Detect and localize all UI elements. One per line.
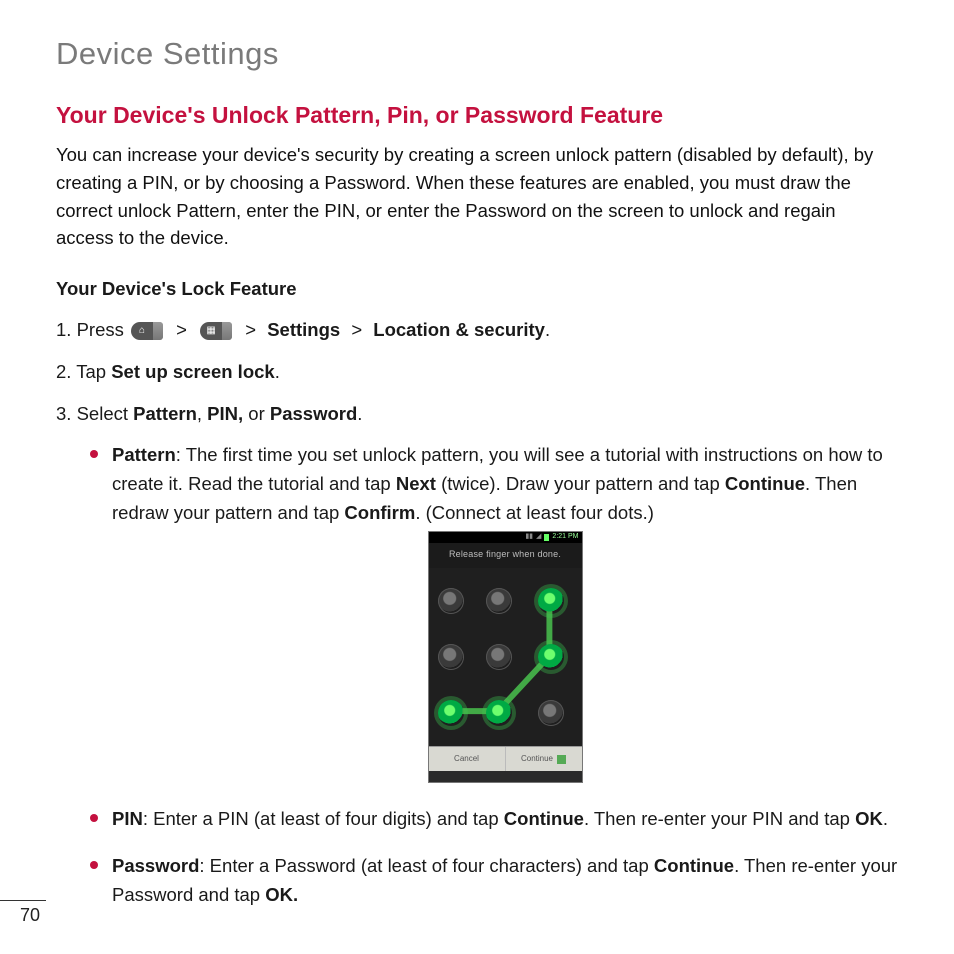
option-pin-text-b: . Then re-enter your PIN and tap	[584, 808, 855, 829]
step-3-end: .	[357, 403, 362, 424]
page-number-rule	[0, 900, 46, 901]
step-2-text-a: Tap	[76, 361, 111, 382]
continue-label: Continue	[725, 473, 805, 494]
option-pin-text-a: : Enter a PIN (at least of four digits) …	[143, 808, 504, 829]
network-icon: ◢	[536, 532, 541, 543]
step-2-text-c: .	[275, 361, 280, 382]
pattern-grid	[429, 568, 582, 746]
ok-label: OK	[855, 808, 883, 829]
step-1-text-a: Press	[77, 319, 124, 340]
confirm-label: Confirm	[344, 502, 415, 523]
password-label: Password	[270, 403, 357, 424]
settings-label: Settings	[267, 319, 340, 340]
phone-instruction-text: Release finger when done.	[429, 543, 582, 568]
step-2: Tap Set up screen lock.	[56, 358, 898, 386]
ok-label: OK.	[265, 884, 298, 905]
set-up-screen-lock-label: Set up screen lock	[111, 361, 274, 382]
step-1-end: .	[545, 319, 550, 340]
intro-paragraph: You can increase your device's security …	[56, 141, 898, 252]
breadcrumb-separator: >	[176, 319, 187, 340]
step-1: Press ⌂ > ▦ > Settings > Location & secu…	[56, 316, 898, 344]
phone-continue-label: Continue	[521, 753, 553, 765]
option-pin-text-c: .	[883, 808, 888, 829]
pattern-dot	[438, 644, 464, 670]
option-password-text-a: : Enter a Password (at least of four cha…	[199, 855, 654, 876]
phone-statusbar: ▮▮ ◢ 2:21 PM	[429, 532, 582, 543]
pattern-dot	[486, 588, 512, 614]
pattern-dot-active	[438, 700, 464, 726]
pattern-dot-active	[486, 700, 512, 726]
option-pattern: Pattern: The first time you set unlock p…	[90, 441, 898, 783]
manual-page: Device Settings Your Device's Unlock Pat…	[0, 0, 954, 954]
option-pattern-label: Pattern	[112, 444, 176, 465]
steps-list: Press ⌂ > ▦ > Settings > Location & secu…	[56, 316, 898, 427]
step-3-text-a: Select	[77, 403, 134, 424]
breadcrumb-separator: >	[245, 319, 256, 340]
option-pattern-text-b: (twice). Draw your pattern and tap	[436, 473, 725, 494]
options-list: Pattern: The first time you set unlock p…	[90, 441, 898, 909]
phone-frame: ▮▮ ◢ 2:21 PM Release finger when done.	[428, 531, 583, 783]
phone-button-bar: Cancel Continue	[429, 746, 582, 771]
pattern-label: Pattern	[133, 403, 197, 424]
next-label: Next	[396, 473, 436, 494]
page-number: 70	[20, 905, 40, 926]
home-key-icon: ⌂	[131, 322, 163, 340]
option-password-label: Password	[112, 855, 199, 876]
subheading: Your Device's Lock Feature	[56, 278, 906, 300]
step-3-or: or	[243, 403, 270, 424]
pattern-dot	[438, 588, 464, 614]
option-password: Password: Enter a Password (at least of …	[90, 852, 898, 909]
pattern-dot-active	[538, 588, 564, 614]
section-title: Your Device's Unlock Pattern, Pin, or Pa…	[56, 102, 906, 129]
option-pin-label: PIN	[112, 808, 143, 829]
phone-continue-button: Continue	[506, 747, 582, 771]
battery-icon	[544, 534, 549, 541]
phone-screenshot: ▮▮ ◢ 2:21 PM Release finger when done.	[112, 531, 898, 783]
pattern-dot	[538, 700, 564, 726]
signal-icon: ▮▮	[525, 532, 533, 543]
phone-cancel-label: Cancel	[454, 753, 479, 765]
option-pin: PIN: Enter a PIN (at least of four digit…	[90, 805, 898, 834]
step-3: Select Pattern, PIN, or Password.	[56, 400, 898, 428]
option-pattern-text-d: . (Connect at least four dots.)	[415, 502, 654, 523]
breadcrumb-separator: >	[351, 319, 362, 340]
location-security-label: Location & security	[373, 319, 545, 340]
pattern-dot	[486, 644, 512, 670]
continue-label: Continue	[504, 808, 584, 829]
pattern-dot-active	[538, 644, 564, 670]
step-3-comma: ,	[197, 403, 207, 424]
continue-indicator-icon	[557, 755, 566, 764]
pin-label: PIN,	[207, 403, 243, 424]
status-time: 2:21 PM	[552, 532, 578, 543]
apps-key-icon: ▦	[200, 322, 232, 340]
continue-label: Continue	[654, 855, 734, 876]
chapter-title: Device Settings	[56, 36, 906, 72]
phone-cancel-button: Cancel	[429, 747, 506, 771]
